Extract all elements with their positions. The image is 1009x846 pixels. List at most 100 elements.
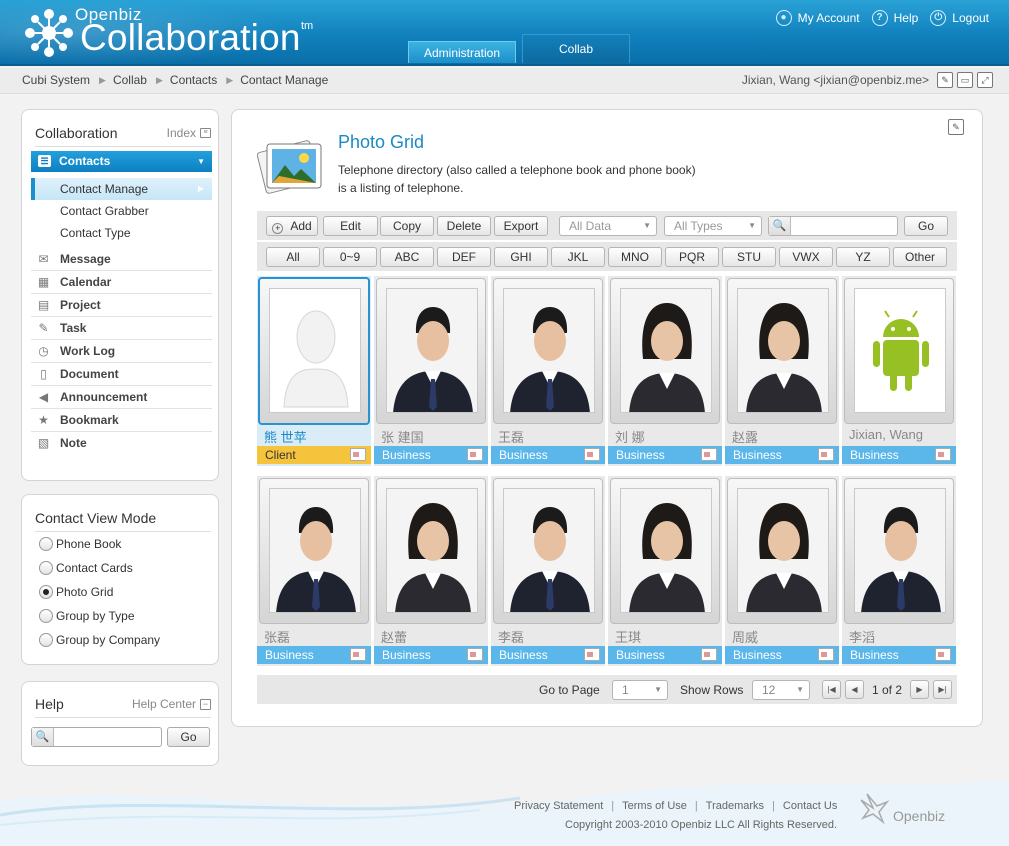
tab-administration[interactable]: Administration [408, 41, 516, 63]
contact-card[interactable]: 刘 娜 Business [608, 276, 722, 466]
contact-card[interactable]: Jixian, Wang Business [842, 276, 956, 466]
contacts-menu-header[interactable]: ☰ Contacts ▼ [31, 151, 212, 172]
delete-button[interactable]: Delete [437, 216, 491, 236]
sidebar-item-label: Task [60, 321, 87, 335]
next-page-icon[interactable]: ▶ [910, 680, 929, 699]
contact-card[interactable]: 张磊 Business [257, 476, 371, 666]
contact-card[interactable]: 李磊 Business [491, 476, 605, 666]
view-option-group-by-type[interactable]: Group by Type [39, 609, 135, 623]
photo-frame [493, 278, 603, 424]
fullscreen-icon[interactable]: ⤢ [977, 72, 993, 88]
alpha-filter-other[interactable]: Other [893, 247, 947, 267]
terms-of-use-link[interactable]: Terms of Use [622, 800, 687, 812]
breadcrumb-bar: Cubi System ▶ Collab ▶ Contacts ▶ Contac… [0, 68, 1009, 94]
radio-button-checked[interactable] [39, 585, 53, 599]
export-button[interactable]: Export [494, 216, 548, 236]
radio-button[interactable] [39, 609, 53, 623]
contact-card[interactable]: 赵蕾 Business [374, 476, 488, 666]
sidebar-item-contact-type[interactable]: Contact Type [31, 222, 212, 244]
vcard-icon[interactable] [350, 448, 366, 461]
sidebar-item-message[interactable]: ✉ Message [31, 248, 212, 271]
alpha-filter-vwx[interactable]: VWX [779, 247, 833, 267]
edit-button[interactable]: Edit [323, 216, 378, 236]
sidebar-item-bookmark[interactable]: ★ Bookmark [31, 409, 212, 432]
search-go-button[interactable]: Go [904, 216, 948, 236]
vcard-icon[interactable] [935, 648, 951, 661]
sidebar-item-contact-manage[interactable]: Contact Manage ▶ [31, 178, 212, 200]
vcard-icon[interactable] [935, 448, 951, 461]
tab-collab[interactable]: Collab [522, 34, 630, 63]
vcard-icon[interactable] [701, 648, 717, 661]
sidebar-item-note[interactable]: ▧ Note [31, 432, 212, 455]
alpha-filter-ghi[interactable]: GHI [494, 247, 548, 267]
radio-button[interactable] [39, 537, 53, 551]
vcard-icon[interactable] [467, 648, 483, 661]
rows-select[interactable]: 12 ▼ [752, 680, 810, 700]
type-filter-select[interactable]: All Types ▼ [664, 216, 762, 236]
sidebar-item-task[interactable]: ✎ Task [31, 317, 212, 340]
prev-page-icon[interactable]: ◀ [845, 680, 864, 699]
sidebar-item-calendar[interactable]: ▦ Calendar [31, 271, 212, 294]
vcard-icon[interactable] [818, 648, 834, 661]
contact-card[interactable]: 熊 世苹 Client [257, 276, 371, 466]
privacy-statement-link[interactable]: Privacy Statement [514, 800, 603, 812]
view-option-group-by-company[interactable]: Group by Company [39, 633, 160, 647]
data-filter-select[interactable]: All Data ▼ [559, 216, 657, 236]
contact-card[interactable]: 张 建国 Business [374, 276, 488, 466]
edit-page-icon[interactable]: ✎ [937, 72, 953, 88]
alpha-filter-mno[interactable]: MNO [608, 247, 662, 267]
radio-button[interactable] [39, 561, 53, 575]
contact-card[interactable]: 王磊 Business [491, 276, 605, 466]
vcard-icon[interactable] [584, 448, 600, 461]
sidebar-item-document[interactable]: ▯ Document [31, 363, 212, 386]
trademarks-link[interactable]: Trademarks [706, 800, 764, 812]
sidebar-item-project[interactable]: ▤ Project [31, 294, 212, 317]
alpha-filter-jkl[interactable]: JKL [551, 247, 605, 267]
alpha-filter-stu[interactable]: STU [722, 247, 776, 267]
view-option-phone-book[interactable]: Phone Book [39, 537, 121, 551]
view-option-photo-grid[interactable]: Photo Grid [39, 585, 113, 599]
vcard-icon[interactable] [701, 448, 717, 461]
contact-card[interactable]: 赵露 Business [725, 276, 839, 466]
radio-button[interactable] [39, 633, 53, 647]
alpha-filter-all[interactable]: All [266, 247, 320, 267]
help-link[interactable]: ? Help [871, 10, 918, 26]
help-search-input[interactable] [56, 729, 158, 745]
vcard-icon[interactable] [467, 448, 483, 461]
logout-link[interactable]: ⏻ Logout [930, 10, 989, 26]
breadcrumb-cubi-system[interactable]: Cubi System [22, 73, 90, 87]
alpha-filter-def[interactable]: DEF [437, 247, 491, 267]
help-go-button[interactable]: Go [167, 727, 210, 747]
add-button[interactable]: + Add [266, 216, 318, 236]
contact-us-link[interactable]: Contact Us [783, 800, 837, 812]
alpha-filter-pqr[interactable]: PQR [665, 247, 719, 267]
alpha-filter-yz[interactable]: YZ [836, 247, 890, 267]
help-center-link[interactable]: Help Center − [132, 697, 211, 711]
toolbar-search-input[interactable] [793, 218, 893, 234]
breadcrumb-collab[interactable]: Collab [113, 73, 147, 87]
breadcrumb-contact-manage[interactable]: Contact Manage [240, 73, 328, 87]
comment-icon[interactable]: ▭ [957, 72, 973, 88]
breadcrumb-contacts[interactable]: Contacts [170, 73, 217, 87]
vcard-icon[interactable] [584, 648, 600, 661]
index-link[interactable]: Index ≡ [167, 126, 211, 140]
first-page-icon[interactable]: |◀ [822, 680, 841, 699]
sidebar-item-work-log[interactable]: ◷ Work Log [31, 340, 212, 363]
sidebar-item-announcement[interactable]: ◀ Announcement [31, 386, 212, 409]
type-filter-value: All Types [674, 219, 723, 233]
contact-card[interactable]: 王琪 Business [608, 476, 722, 666]
sidebar-item-contact-grabber[interactable]: Contact Grabber [31, 200, 212, 222]
vcard-icon[interactable] [818, 448, 834, 461]
my-account-link[interactable]: ● My Account [775, 10, 860, 26]
edit-icon[interactable]: ✎ [948, 119, 964, 135]
last-page-icon[interactable]: ▶| [933, 680, 952, 699]
view-option-contact-cards[interactable]: Contact Cards [39, 561, 133, 575]
copy-button[interactable]: Copy [380, 216, 434, 236]
alpha-filter-0-9[interactable]: 0~9 [323, 247, 377, 267]
contact-card[interactable]: 周威 Business [725, 476, 839, 666]
page-select[interactable]: 1 ▼ [612, 680, 668, 700]
vcard-icon[interactable] [350, 648, 366, 661]
contact-card[interactable]: 李滔 Business [842, 476, 956, 666]
logout-label: Logout [952, 11, 989, 25]
alpha-filter-abc[interactable]: ABC [380, 247, 434, 267]
